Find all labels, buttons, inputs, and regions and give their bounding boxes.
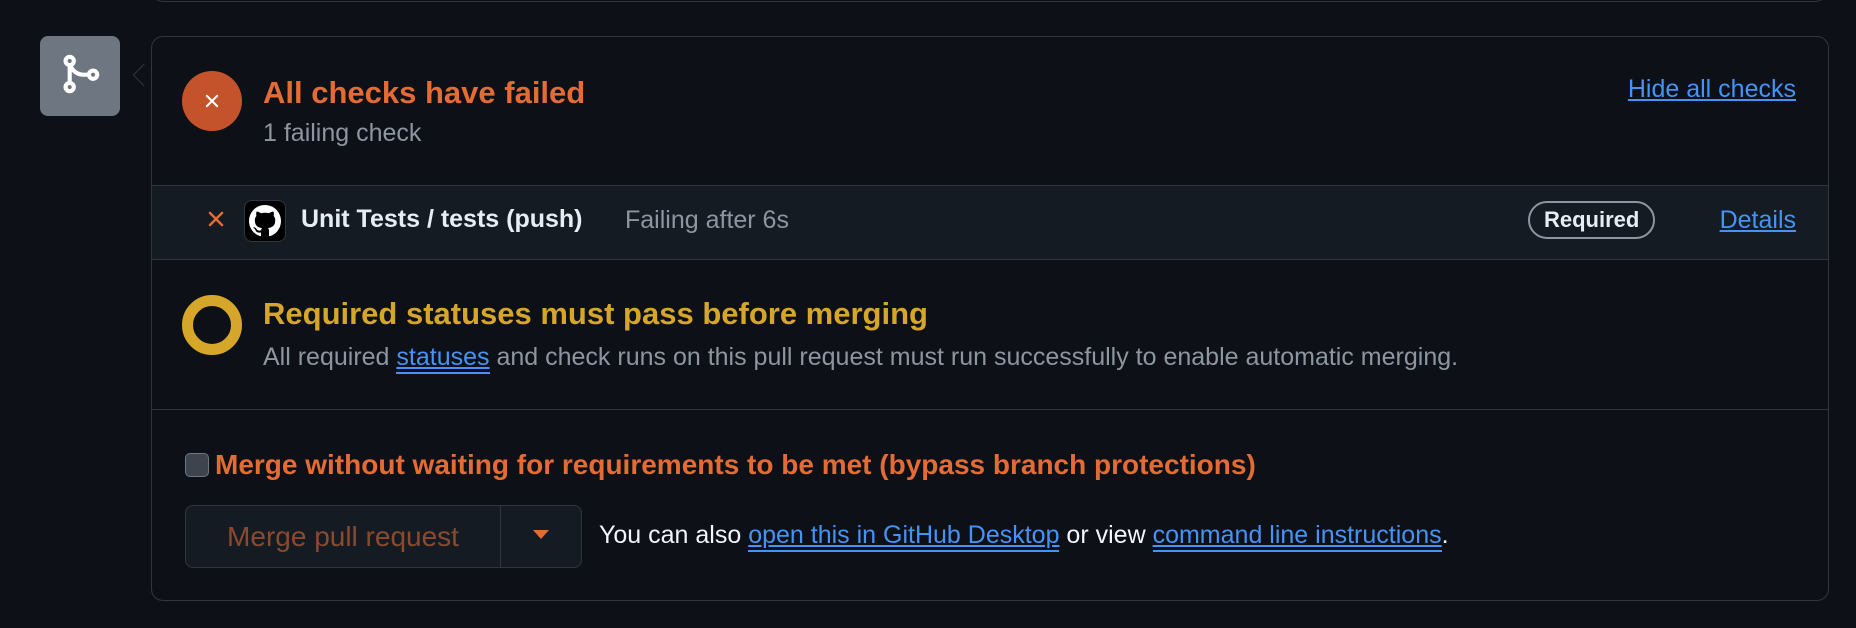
checks-subtitle: 1 failing check [263,119,422,147]
github-icon [244,200,286,242]
description-text: and check runs on this pull request must… [489,343,1459,371]
git-merge-icon [58,52,102,101]
description-text: All required [263,343,397,371]
suffix-text: . [1441,521,1449,549]
merge-pull-request-button[interactable]: Merge pull request [186,506,501,567]
command-line-instructions-link[interactable]: command line instructions [1152,521,1442,552]
also-prefix: You can also [599,521,749,549]
divider [152,409,1828,410]
dot-ring-icon [182,295,242,355]
x-icon [203,206,229,237]
details-link[interactable]: Details [1720,206,1796,235]
required-badge: Required [1528,201,1656,239]
triangle-down-icon [532,528,550,546]
merge-method-dropdown-button[interactable] [501,506,581,567]
bypass-label: Merge without waiting for requirements t… [215,449,1256,480]
merge-button-group: Merge pull request [185,505,582,568]
bypass-checkbox[interactable] [185,453,209,477]
x-circle-icon [182,71,242,131]
required-statuses-description: All required statuses and check runs on … [263,343,1459,374]
open-in-desktop-link[interactable]: open this in GitHub Desktop [748,521,1060,552]
hide-all-checks-link[interactable]: Hide all checks [1628,75,1796,104]
check-name: Unit Tests / tests (push) [301,205,583,233]
check-row: Unit Tests / tests (push) Failing after … [152,185,1828,260]
checks-title: All checks have failed [263,75,586,110]
alternative-options-text: You can also open this in GitHub Desktop… [599,521,1449,552]
required-statuses-title: Required statuses must pass before mergi… [263,296,928,331]
merge-box: All checks have failed 1 failing check H… [151,36,1829,601]
bypass-option[interactable]: Merge without waiting for requirements t… [185,449,1256,481]
or-view-text: or view [1059,521,1153,549]
statuses-link[interactable]: statuses [396,343,490,374]
merge-status-badge [40,36,120,116]
previous-panel-edge [151,0,1827,2]
check-status: Failing after 6s [625,206,789,234]
